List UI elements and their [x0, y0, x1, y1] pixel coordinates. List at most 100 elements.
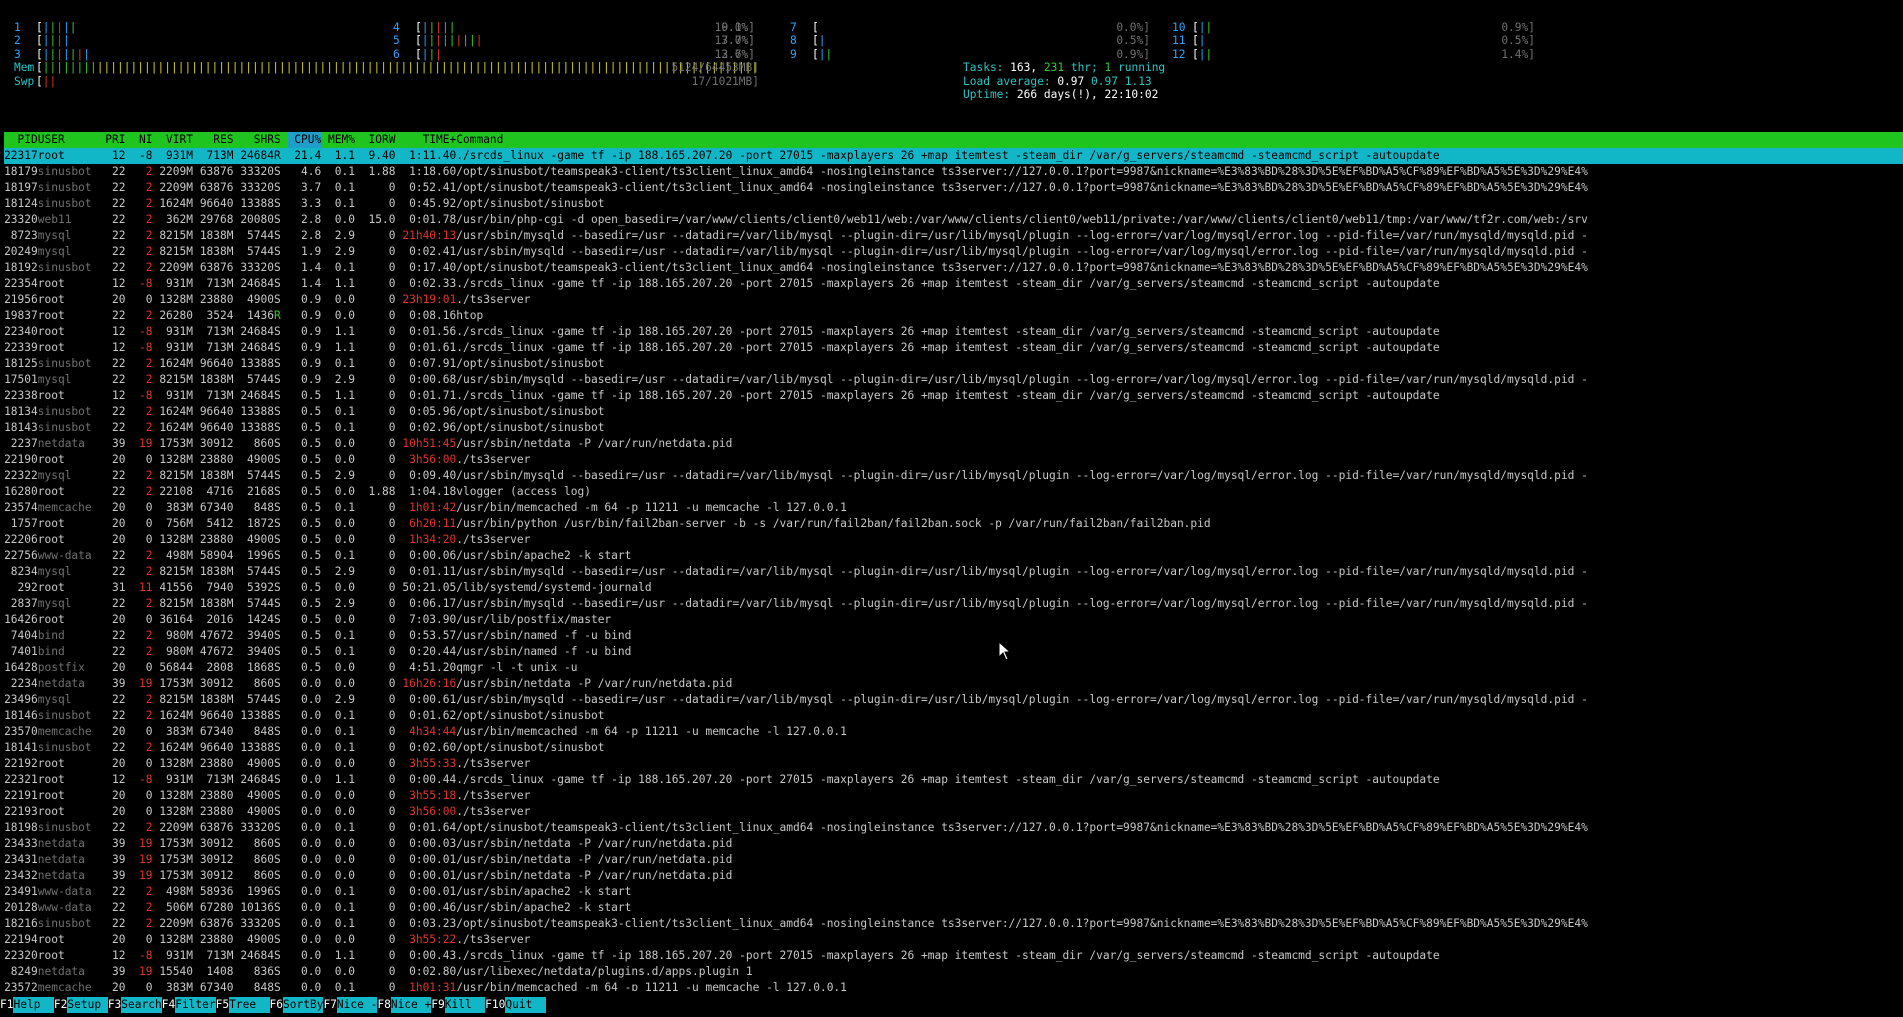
column-header-user[interactable]: USER [38, 132, 99, 148]
fkey-f8[interactable]: F8 [377, 997, 390, 1013]
process-row[interactable]: 2234netdata 39 19 1753M 30912 860S 0.0 0.0 0 16h2… [4, 676, 1903, 692]
process-row[interactable]: 23431netdata 39 19 1753M 30912 860S 0.0 0.0 0 0:0… [4, 852, 1903, 868]
fkey-label-setup[interactable]: Setup [67, 997, 108, 1013]
process-row[interactable]: 22193root 20 0 1328M 23880 4900S 0.0 0.0 0 3h56:0… [4, 804, 1903, 820]
fkey-f4[interactable]: F4 [162, 997, 175, 1013]
fkey-f1[interactable]: F1 [0, 997, 13, 1013]
process-virt: 8215M [159, 229, 193, 242]
fkey-f5[interactable]: F5 [216, 997, 229, 1013]
fkey-label-nice-[interactable]: Nice + [390, 997, 432, 1013]
process-row[interactable]: 22322mysql 22 2 8215M 1838M 5744S 0.5 2.9 0 0:09.… [4, 468, 1903, 484]
column-header-mem-[interactable]: MEM% [321, 132, 355, 148]
fkey-label-nice-[interactable]: Nice - [336, 997, 378, 1013]
process-row[interactable]: 23491www-data 22 2 498M 58936 1996S 0.0 0.1 0 0:0… [4, 884, 1903, 900]
process-row[interactable]: 21956root 20 0 1328M 23880 4900S 0.9 0.0 0 23h19:… [4, 292, 1903, 308]
process-pid: 8234 [10, 565, 38, 578]
column-header-pid[interactable]: PID [4, 132, 38, 148]
process-row[interactable]: 23574memcache 20 0 383M 67340 848S 0.5 0.1 0 1h01… [4, 500, 1903, 516]
process-row[interactable]: 18198sinusbot 22 2 2209M 63876 33320S 0.0 0.1 0 0… [4, 820, 1903, 836]
fkey-label-tree[interactable]: Tree [229, 997, 270, 1013]
process-row[interactable]: 18141sinusbot 22 2 1624M 96640 13388S 0.0 0.1 0 0… [4, 740, 1903, 756]
fkey-label-help[interactable]: Help [13, 997, 54, 1013]
process-row[interactable]: 18197sinusbot 22 2 2209M 63876 33320S 3.7 0.1 0 0… [4, 180, 1903, 196]
process-row[interactable]: 22339root 12 -8 931M 713M 24684S 0.9 1.1 0 0:01.6… [4, 340, 1903, 356]
column-header-time-[interactable]: TIME+ [396, 132, 457, 148]
process-row[interactable]: 22191root 20 0 1328M 23880 4900S 0.0 0.0 0 3h55:1… [4, 788, 1903, 804]
process-table-header[interactable]: PIDUSER PRI NI VIRT RES SHRS CPU% MEM% IORW TIME+… [4, 132, 1903, 148]
process-row[interactable]: 292root 31 11 41556 7940 5392S 0.5 0.0 0 50:21.05… [4, 580, 1903, 596]
process-row[interactable]: 22192root 20 0 1328M 23880 4900S 0.0 0.0 0 3h55:3… [4, 756, 1903, 772]
column-header-command[interactable]: Command [456, 132, 503, 148]
column-header-res[interactable]: RES [193, 132, 233, 148]
process-row[interactable]: 22756www-data 22 2 498M 58904 1996S 0.5 0.1 0 0:0… [4, 548, 1903, 564]
process-row[interactable]: 22320root 12 -8 931M 713M 24684S 0.0 1.1 0 0:00.4… [4, 948, 1903, 964]
process-row[interactable]: 18179sinusbot 22 2 2209M 63876 33320S 4.6 0.1 1.… [4, 164, 1903, 180]
process-row[interactable]: 7404bind 22 2 980M 47672 3940S 0.5 0.1 0 0:53.57/… [4, 628, 1903, 644]
process-state: S [274, 821, 281, 834]
process-row[interactable]: 18143sinusbot 22 2 1624M 96640 13388S 0.5 0.1 0 0… [4, 420, 1903, 436]
process-row[interactable]: 22340root 12 -8 931M 713M 24684S 0.9 1.1 0 0:01.5… [4, 324, 1903, 340]
process-row[interactable]: 23570memcache 20 0 383M 67340 848S 0.0 0.1 0 4h34… [4, 724, 1903, 740]
process-shr: 3940 [247, 629, 274, 642]
column-header-virt[interactable]: VIRT [153, 132, 193, 148]
process-row[interactable]: 18192sinusbot 22 2 2209M 63876 33320S 1.4 0.1 0 0… [4, 260, 1903, 276]
fkey-f7[interactable]: F7 [323, 997, 336, 1013]
fkey-label-search[interactable]: Search [121, 997, 162, 1013]
process-row[interactable]: 8234mysql 22 2 8215M 1838M 5744S 0.5 2.9 0 0:01.1… [4, 564, 1903, 580]
process-row[interactable]: 18146sinusbot 22 2 1624M 96640 13388S 0.0 0.1 0 0… [4, 708, 1903, 724]
process-row[interactable]: 8723mysql 22 2 8215M 1838M 5744S 2.8 2.9 0 21h40:… [4, 228, 1903, 244]
fkey-f10[interactable]: F10 [485, 997, 505, 1013]
process-row[interactable]: 19837root 22 2 26280 3524 1436R 0.9 0.0 0 0:08.16… [4, 308, 1903, 324]
process-row[interactable]: 1757root 20 0 756M 5412 1872S 0.5 0.0 0 6h20:11/u… [4, 516, 1903, 532]
process-row[interactable]: 23432netdata 39 19 1753M 30912 860S 0.0 0.0 0 0:0… [4, 868, 1903, 884]
process-pri: 22 [112, 229, 126, 242]
column-header-cpu-[interactable]: CPU% [287, 132, 322, 148]
process-pid: 23491 [4, 885, 38, 898]
process-pri: 20 [112, 517, 126, 530]
column-header-ni[interactable]: NI [126, 132, 152, 148]
htop-terminal[interactable]: 1 [||||| 10.1%] 2 [|||| 7.0%] 3 [||||||| 12.6%] 4… [0, 0, 1903, 1017]
process-row[interactable]: 22354root 12 -8 931M 713M 24684S 1.4 1.1 0 0:02.3… [4, 276, 1903, 292]
function-key-bar[interactable]: F1Help F2Setup F3SearchF4FilterF5Tree F6… [0, 997, 1903, 1013]
process-command: /usr/sbin/apache2 -k start [456, 885, 632, 898]
process-row[interactable]: 22321root 12 -8 931M 713M 24684S 0.0 1.1 0 0:00.4… [4, 772, 1903, 788]
process-row[interactable]: 7401bind 22 2 980M 47672 3940S 0.5 0.1 0 0:20.44/… [4, 644, 1903, 660]
process-row[interactable]: 23496mysql 22 2 8215M 1838M 5744S 0.0 2.9 0 0:00.… [4, 692, 1903, 708]
fkey-label-quit[interactable]: Quit [505, 997, 546, 1013]
process-row[interactable]: 22190root 20 0 1328M 23880 4900S 0.5 0.0 0 3h56:0… [4, 452, 1903, 468]
process-row[interactable]: 23320web11 22 2 362M 29768 20080S 2.8 0.0 15.0 0:… [4, 212, 1903, 228]
process-res: 63876 [199, 917, 234, 930]
column-header-pri[interactable]: PRI [99, 132, 125, 148]
fkey-f6[interactable]: F6 [270, 997, 283, 1013]
process-row[interactable]: 18216sinusbot 22 2 2209M 63876 33320S 0.0 0.1 0 0… [4, 916, 1903, 932]
process-row[interactable]: 22194root 20 0 1328M 23880 4900S 0.0 0.0 0 3h55:2… [4, 932, 1903, 948]
process-row[interactable]: 23572memcache 20 0 383M 67340 848S 0.0 0.1 0 1h01… [4, 980, 1903, 991]
process-row[interactable]: 8249netdata 39 19 15540 1408 836S 0.0 0.0 0 0:02.… [4, 964, 1903, 980]
process-row[interactable]: 18134sinusbot 22 2 1624M 96640 13388S 0.5 0.1 0 0… [4, 404, 1903, 420]
process-row[interactable]: 20128www-data 22 2 506M 67280 10136S 0.0 0.1 0 0:… [4, 900, 1903, 916]
process-row[interactable]: 18124sinusbot 22 2 1624M 96640 13388S 3.3 0.1 0 0… [4, 196, 1903, 212]
process-row[interactable]: 16280root 22 2 22108 4716 2168S 0.5 0.0 1.88 1:04… [4, 484, 1903, 500]
fkey-label-sortby[interactable]: SortBy [283, 997, 324, 1013]
process-row[interactable]: 22317root 12 -8 931M 713M 24684R 21.4 1.1 9.40 1:… [4, 148, 1903, 164]
process-row[interactable]: 16426root 20 0 36164 2016 1424S 0.5 0.0 0 7:03.90… [4, 612, 1903, 628]
process-row[interactable]: 18125sinusbot 22 2 1624M 96640 13388S 0.9 0.1 0 0… [4, 356, 1903, 372]
fkey-label-filter[interactable]: Filter [175, 997, 216, 1013]
fkey-f2[interactable]: F2 [54, 997, 67, 1013]
fkey-label-kill[interactable]: Kill [444, 997, 486, 1013]
process-row[interactable]: 22338root 12 -8 931M 713M 24684S 0.5 1.1 0 0:01.7… [4, 388, 1903, 404]
column-header-s[interactable]: S [274, 132, 288, 148]
process-row[interactable]: 2237netdata 39 19 1753M 30912 860S 0.5 0.0 0 10h5… [4, 436, 1903, 452]
column-header-shr[interactable]: SHR [234, 132, 274, 148]
column-header-iorw[interactable]: IORW [355, 132, 396, 148]
process-row[interactable]: 20249mysql 22 2 8215M 1838M 5744S 1.9 2.9 0 0:02.… [4, 244, 1903, 260]
fkey-f3[interactable]: F3 [108, 997, 121, 1013]
process-row[interactable]: 23433netdata 39 19 1753M 30912 860S 0.0 0.0 0 0:0… [4, 836, 1903, 852]
process-row[interactable]: 2837mysql 22 2 8215M 1838M 5744S 0.5 2.9 0 0:06.1… [4, 596, 1903, 612]
process-row[interactable]: 22206root 20 0 1328M 23880 4900S 0.5 0.0 0 1h34:2… [4, 532, 1903, 548]
process-list[interactable]: 22317root 12 -8 931M 713M 24684R 21.4 1.1 9.40 1:… [4, 148, 1903, 991]
process-iorw: 0 [388, 917, 396, 930]
fkey-f9[interactable]: F9 [431, 997, 444, 1013]
process-row[interactable]: 16428postfix 20 0 56844 2808 1868S 0.5 0.0 0 4:51… [4, 660, 1903, 676]
process-row[interactable]: 17501mysql 22 2 8215M 1838M 5744S 0.9 2.9 0 0:00.… [4, 372, 1903, 388]
